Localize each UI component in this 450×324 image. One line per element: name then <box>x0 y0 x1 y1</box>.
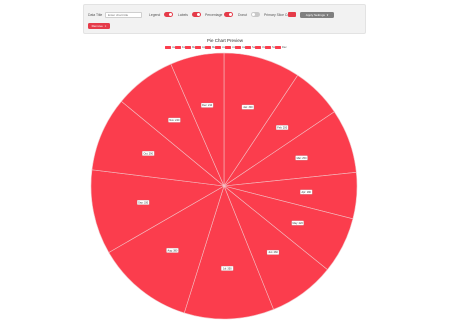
slice-data-label: Jul: 350 <box>221 266 234 271</box>
slice-data-label: Nov: 240 <box>168 117 181 123</box>
slice-data-label: May: 220 <box>291 220 304 226</box>
svg-text:Dec: 210: Dec: 210 <box>202 104 213 107</box>
svg-text:Jun: 260: Jun: 260 <box>268 251 278 254</box>
svg-text:Jul: 350: Jul: 350 <box>223 267 232 270</box>
pie-chart: Jan: 300 Feb: 200 Mar: 250 Apr: 180 May: 220… <box>90 52 358 320</box>
svg-text:Nov: 240: Nov: 240 <box>169 119 180 122</box>
svg-text:Oct: 290: Oct: 290 <box>144 152 154 155</box>
slice-data-label: Jun: 260 <box>266 249 280 255</box>
slice-data-label: Dec: 210 <box>201 102 214 108</box>
svg-text:Apr: 180: Apr: 180 <box>302 191 312 194</box>
svg-text:Sep: 330: Sep: 330 <box>138 201 149 204</box>
svg-text:Feb: 200: Feb: 200 <box>277 126 287 129</box>
slice-data-label: Sep: 330 <box>137 200 150 205</box>
svg-text:Jan: 300: Jan: 300 <box>243 106 253 109</box>
slice-data-label: Aug: 380 <box>166 248 179 253</box>
slice-data-label: Feb: 200 <box>276 125 289 130</box>
svg-text:Aug: 380: Aug: 380 <box>167 249 178 252</box>
slice-data-label: Apr: 180 <box>300 189 313 195</box>
slice-data-label: Oct: 290 <box>142 151 155 156</box>
slice-data-label: Mar: 250 <box>295 155 308 161</box>
slice-data-label: Jan: 300 <box>241 104 254 110</box>
svg-text:Mar: 250: Mar: 250 <box>297 157 307 160</box>
svg-text:May: 220: May: 220 <box>293 222 304 225</box>
